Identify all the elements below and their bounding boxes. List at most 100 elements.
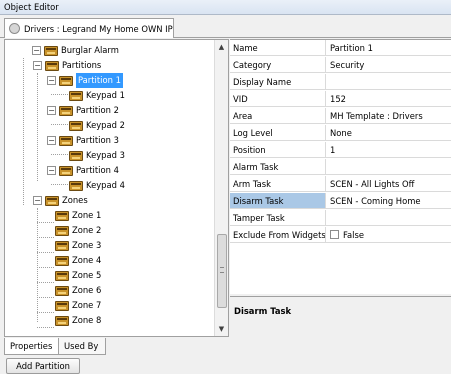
property-row-name[interactable]: Name Partition 1 [230,40,451,56]
property-value[interactable] [326,159,451,174]
collapse-icon[interactable]: − [32,46,41,55]
tree-node-zone-8[interactable]: Zone 8 [55,313,101,328]
bottom-tabstrip: Properties Used By [0,338,451,358]
tree-node-zone-2[interactable]: Zone 2 [55,223,101,238]
tree-node-zones[interactable]: − Zones [33,193,88,208]
property-value[interactable]: None [326,125,451,140]
property-row-alarm-task[interactable]: Alarm Task [230,159,451,175]
tree-node-keypad-2[interactable]: Keypad 2 [69,118,125,133]
tree-node-zone-3[interactable]: Zone 3 [55,238,101,253]
tree-node-label: Zone 1 [72,210,102,220]
scroll-up-icon[interactable]: ▲ [217,42,226,52]
tree-node-keypad-1[interactable]: Keypad 1 [69,88,125,103]
property-value[interactable]: SCEN - All Lights Off [326,176,451,191]
property-name: Disarm Task [230,193,326,208]
collapse-icon[interactable]: − [47,136,56,145]
property-row-vid[interactable]: VID 152 [230,91,451,107]
collapse-icon[interactable]: − [47,76,56,85]
property-row-exclude-from-widgets[interactable]: Exclude From Widgets False [230,227,451,243]
checkbox-icon[interactable] [330,230,339,239]
property-value[interactable]: Partition 1 [326,40,451,55]
device-icon [55,300,69,311]
device-icon [55,225,69,236]
property-row-tamper-task[interactable]: Tamper Task [230,210,451,226]
property-row-disarm-task[interactable]: Disarm Task SCEN - Coming Home [230,193,451,209]
tree-node-label: Keypad 3 [86,150,125,160]
tree-node-label: Zone 8 [72,315,102,325]
tree-node-label: Zone 5 [72,270,102,280]
device-icon [55,240,69,251]
globe-icon [9,23,20,34]
property-row-log-level[interactable]: Log Level None [230,125,451,141]
tree-node-label: Zone 6 [72,285,102,295]
tree-node-label: Zone 3 [72,240,102,250]
tab-drivers[interactable]: Drivers : Legrand My Home OWN IP [4,18,174,38]
tab-properties[interactable]: Properties [4,338,59,355]
property-value[interactable]: SCEN - Coming Home [326,193,451,208]
property-value[interactable]: 1 [326,142,451,157]
property-name: Display Name [230,74,326,89]
object-tree[interactable]: − Burglar Alarm − Partitions − Partition… [4,39,229,337]
property-row-area[interactable]: Area MH Template : Drivers [230,108,451,124]
device-icon [59,105,73,116]
collapse-icon[interactable]: − [47,106,56,115]
tree-node-zone-5[interactable]: Zone 5 [55,268,101,283]
property-row-display-name[interactable]: Display Name [230,74,451,90]
tree-node-partition-2[interactable]: − Partition 2 [47,103,119,118]
device-icon [55,210,69,221]
tree-node-keypad-3[interactable]: Keypad 3 [69,148,125,163]
device-icon [69,120,83,131]
window-title: Object Editor [0,0,451,15]
collapse-icon[interactable]: − [33,61,42,70]
property-value[interactable]: Security [326,57,451,72]
device-icon [55,255,69,266]
tree-node-label: Partitions [62,60,102,70]
property-value[interactable]: 152 [326,91,451,106]
tree-scrollbar[interactable]: ▲ ▼ [214,40,228,336]
property-row-position[interactable]: Position 1 [230,142,451,158]
collapse-icon[interactable]: − [33,196,42,205]
tree-node-label: Burglar Alarm [61,45,119,55]
property-name: Area [230,108,326,123]
device-icon [55,285,69,296]
checkbox-value: False [343,230,365,240]
property-value[interactable] [326,210,451,225]
property-value-checkbox[interactable]: False [326,227,451,242]
tree-node-label: Keypad 2 [86,120,125,130]
property-name: Log Level [230,125,326,140]
tree-node-zone-7[interactable]: Zone 7 [55,298,101,313]
device-icon [45,195,59,206]
tree-node-label: Zone 7 [72,300,102,310]
tree-node-label: Partition 4 [76,165,119,175]
tab-used-by[interactable]: Used By [58,338,106,355]
tree-node-burglar-alarm[interactable]: − Burglar Alarm [32,43,119,58]
property-name: Category [230,57,326,72]
property-row-category[interactable]: Category Security [230,57,451,73]
property-name: VID [230,91,326,106]
device-icon [59,135,73,146]
tree-node-partitions[interactable]: − Partitions [33,58,101,73]
tree-node-partition-4[interactable]: − Partition 4 [47,163,119,178]
device-icon [69,180,83,191]
property-value[interactable] [326,74,451,89]
device-icon [59,165,73,176]
tree-node-zone-1[interactable]: Zone 1 [55,208,101,223]
tree-node-zone-6[interactable]: Zone 6 [55,283,101,298]
tree-node-zone-4[interactable]: Zone 4 [55,253,101,268]
tree-node-partition-1[interactable]: − Partition 1 [47,73,123,88]
property-name: Exclude From Widgets [230,227,326,242]
property-grid: Name Partition 1 Category Security Displ… [230,39,451,294]
add-partition-button[interactable]: Add Partition [6,358,80,374]
scrollbar-thumb[interactable] [217,234,227,308]
tree-node-partition-3[interactable]: − Partition 3 [47,133,119,148]
collapse-icon[interactable]: − [47,166,56,175]
scroll-down-icon[interactable]: ▼ [217,324,226,334]
property-name: Name [230,40,326,55]
property-name: Position [230,142,326,157]
property-row-arm-task[interactable]: Arm Task SCEN - All Lights Off [230,176,451,192]
tree-node-keypad-4[interactable]: Keypad 4 [69,178,125,193]
device-icon [69,150,83,161]
property-description-title: Disarm Task [230,296,451,338]
tab-label: Drivers : Legrand My Home OWN IP [24,23,173,34]
property-value[interactable]: MH Template : Drivers [326,108,451,123]
